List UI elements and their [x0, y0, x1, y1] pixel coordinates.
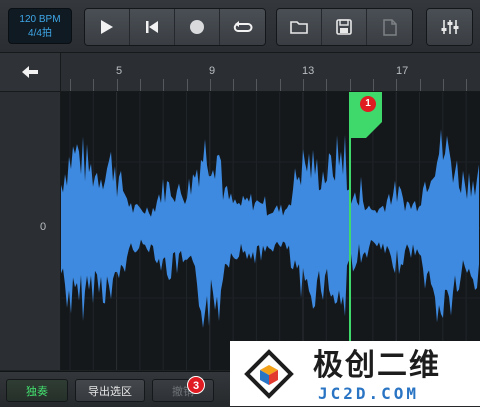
watermark-site: JC2D.COM	[318, 384, 420, 403]
file-controls	[276, 8, 413, 46]
tempo-display[interactable]: 120 BPM 4/4拍	[8, 8, 72, 44]
ruler-tick	[419, 79, 421, 91]
watermark-banner: 极创二维 JC2D.COM	[230, 341, 480, 406]
play-icon	[101, 20, 113, 34]
ruler-tick	[186, 79, 188, 91]
cube-logo-icon	[244, 349, 294, 399]
new-file-icon	[382, 18, 397, 36]
new-file-button[interactable]	[367, 9, 412, 45]
loop-icon	[233, 21, 252, 32]
ruler-tick	[279, 79, 281, 91]
ruler-tick	[256, 79, 258, 91]
ruler-tick	[303, 79, 304, 91]
open-folder-button[interactable]	[277, 9, 322, 45]
track-level-gutter	[0, 92, 61, 370]
ruler-tick	[349, 79, 351, 91]
bar-number: 17	[396, 65, 409, 77]
loop-button[interactable]	[220, 9, 265, 45]
bar-number: 9	[209, 65, 216, 77]
watermark-title: 极创二维	[313, 349, 441, 382]
back-arrow-icon	[22, 66, 38, 78]
ruler-tick	[396, 79, 398, 91]
ruler-tick	[163, 79, 165, 91]
export-label: 导出选区	[88, 385, 132, 398]
ruler-tick	[116, 79, 118, 91]
time-signature: 4/4拍	[28, 28, 52, 39]
back-button[interactable]	[0, 53, 61, 91]
ruler-tick	[93, 79, 95, 91]
ruler-tick	[70, 79, 71, 91]
ruler-tick	[326, 79, 328, 91]
skip-to-start-button[interactable]	[130, 9, 175, 45]
zero-level-label: 0	[40, 221, 47, 233]
bar-number: 5	[116, 65, 123, 77]
ruler-tick	[209, 79, 211, 91]
ruler-tick	[442, 79, 444, 91]
bar-number: 13	[302, 65, 315, 77]
play-button[interactable]	[85, 9, 130, 45]
settings-controls	[426, 8, 473, 46]
solo-label: 独奏	[26, 385, 48, 398]
skip-to-start-icon	[146, 21, 158, 33]
tempo-bpm: 120 BPM	[19, 14, 61, 25]
timeline-ruler[interactable]: 5 9 13 17	[0, 53, 480, 92]
ruler-tick	[466, 79, 468, 91]
annotation-badge-1: 1	[360, 96, 376, 112]
export-selection-button[interactable]: 导出选区	[75, 379, 145, 402]
top-toolbar: 120 BPM 4/4拍	[0, 0, 480, 53]
audio-waveform-track[interactable]	[61, 92, 480, 370]
solo-button[interactable]: 独奏	[6, 379, 68, 402]
transport-controls	[84, 8, 266, 46]
save-button[interactable]	[322, 9, 367, 45]
ruler-tick	[372, 79, 374, 91]
annotation-badge-3: 3	[187, 376, 205, 394]
mixer-button[interactable]	[427, 9, 472, 45]
mixer-sliders-icon	[441, 20, 458, 34]
ruler-tick	[233, 79, 235, 91]
ruler-tick	[139, 79, 141, 91]
record-icon	[190, 20, 204, 34]
folder-icon	[290, 21, 308, 34]
record-button[interactable]	[175, 9, 220, 45]
save-icon	[336, 19, 352, 35]
